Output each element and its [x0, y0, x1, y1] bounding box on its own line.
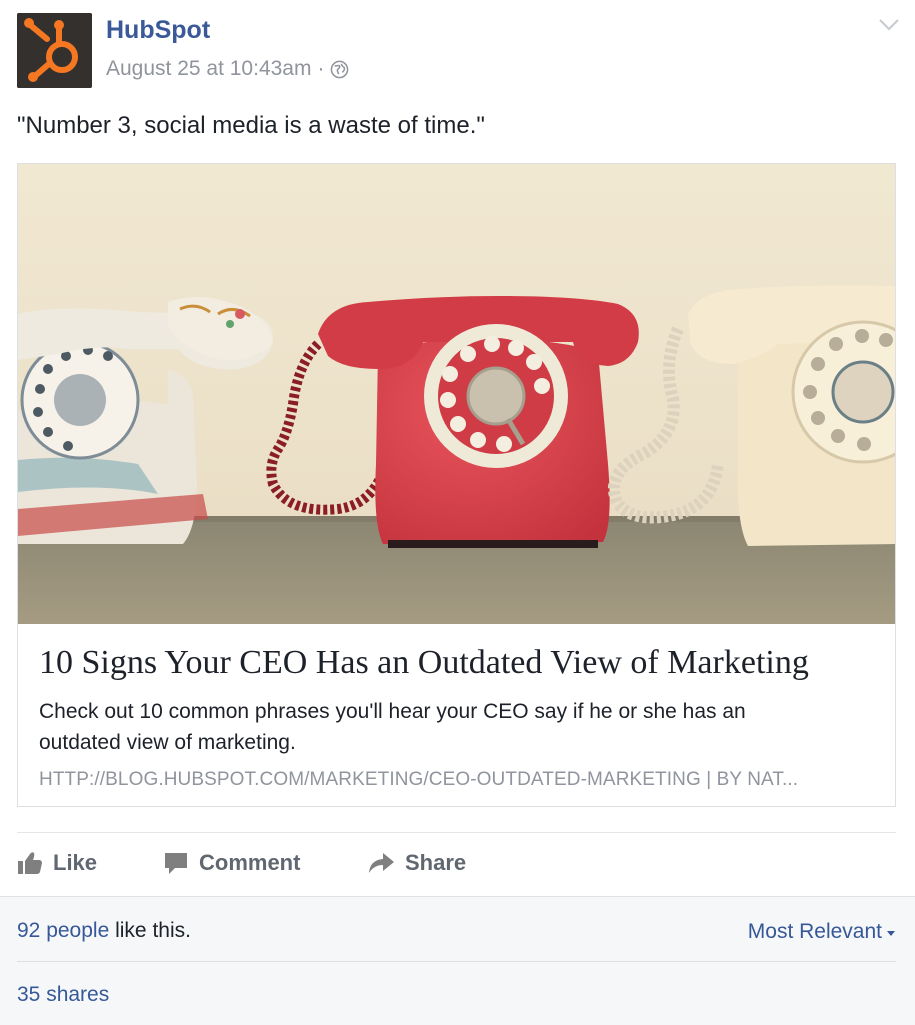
facebook-post: HubSpot August 25 at 10:43am · "Number 3…	[0, 0, 915, 1025]
globe-icon[interactable]	[330, 60, 349, 79]
caret-down-icon	[887, 930, 895, 936]
share-button[interactable]: Share	[367, 850, 466, 876]
post-footer: 92 people like this. Most Relevant 35 sh…	[0, 896, 915, 1025]
author-name-link[interactable]: HubSpot	[106, 16, 210, 45]
likes-count-link[interactable]: 92 people	[17, 919, 109, 942]
vintage-telephones-image	[18, 164, 895, 624]
like-label: Like	[53, 850, 98, 875]
comment-label: Comment	[199, 850, 301, 875]
like-button[interactable]: Like	[17, 850, 97, 876]
hubspot-avatar[interactable]	[17, 13, 92, 88]
sort-label: Most Relevant	[747, 920, 882, 943]
link-url: HTTP://BLOG.HUBSPOT.COM/MARKETING/CEO-OU…	[39, 769, 799, 790]
share-arrow-icon	[369, 853, 394, 873]
comment-bubble-icon	[165, 853, 187, 874]
thumbs-up-icon	[18, 852, 42, 874]
likes-summary: 92 people like this.	[17, 919, 191, 943]
comment-sort-dropdown[interactable]: Most Relevant	[748, 920, 895, 944]
post-timestamp-link[interactable]: August 25 at 10:43am	[106, 57, 311, 81]
post-message: "Number 3, social media is a waste of ti…	[17, 112, 485, 139]
link-preview-card[interactable]: 10 Signs Your CEO Has an Outdated View o…	[17, 163, 896, 807]
chevron-down-icon[interactable]	[878, 18, 900, 32]
share-label: Share	[405, 850, 467, 875]
footer-divider	[17, 961, 896, 962]
comment-button[interactable]: Comment	[163, 850, 300, 876]
link-title[interactable]: 10 Signs Your CEO Has an Outdated View o…	[39, 644, 809, 682]
link-description: Check out 10 common phrases you'll hear …	[39, 700, 746, 754]
meta-separator: ·	[317, 57, 325, 80]
shares-count-link[interactable]: 35 shares	[17, 983, 109, 1007]
post-meta: August 25 at 10:43am ·	[106, 57, 349, 81]
actions-divider	[17, 832, 896, 833]
hubspot-logo-icon	[17, 13, 92, 88]
likes-suffix: like this.	[109, 919, 191, 942]
link-preview-image[interactable]	[18, 164, 895, 624]
